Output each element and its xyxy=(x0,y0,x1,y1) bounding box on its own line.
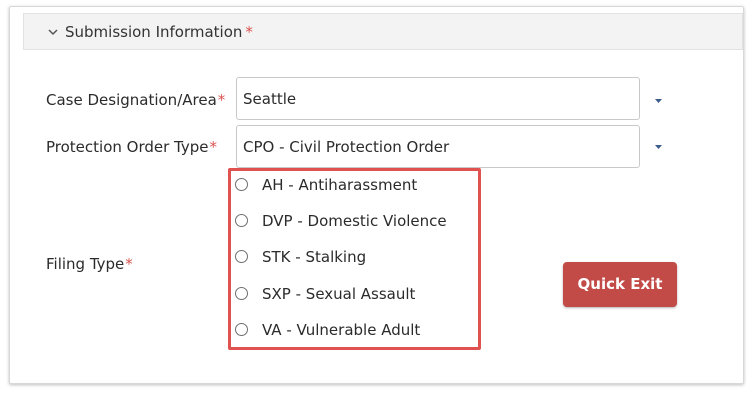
required-asterisk: * xyxy=(217,91,226,109)
section-title-text: Submission Information xyxy=(65,23,243,41)
radio-button[interactable] xyxy=(235,287,248,300)
protection-order-type-value: CPO - Civil Protection Order xyxy=(243,138,450,156)
protection-order-type-label: Protection Order Type* xyxy=(46,137,217,157)
filing-type-label-text: Filing Type xyxy=(46,255,125,273)
required-asterisk: * xyxy=(245,23,253,41)
section-header[interactable]: Submission Information * xyxy=(23,13,743,50)
filing-type-label: Filing Type* xyxy=(46,254,133,274)
protection-order-type-select[interactable]: CPO - Civil Protection Order xyxy=(236,125,640,168)
required-asterisk: * xyxy=(125,255,133,273)
radio-option-label: STK - Stalking xyxy=(262,248,367,266)
case-designation-label: Case Designation/Area* xyxy=(46,90,225,110)
case-designation-label-text: Case Designation/Area xyxy=(46,91,217,109)
section-title: Submission Information * xyxy=(65,22,253,42)
caret-down-icon[interactable] xyxy=(653,141,664,152)
radio-button[interactable] xyxy=(235,250,248,263)
radio-option-label: AH - Antiharassment xyxy=(262,176,418,194)
radio-option-label: VA - Vulnerable Adult xyxy=(262,321,421,339)
radio-option-label: DVP - Domestic Violence xyxy=(262,212,447,230)
required-asterisk: * xyxy=(209,138,218,156)
case-designation-value: Seattle xyxy=(243,90,297,108)
radio-button[interactable] xyxy=(235,178,248,191)
chevron-down-icon[interactable] xyxy=(46,25,60,39)
caret-down-icon[interactable] xyxy=(653,95,664,106)
protection-order-type-label-text: Protection Order Type xyxy=(46,138,209,156)
quick-exit-button[interactable]: Quick Exit xyxy=(563,262,677,307)
radio-button[interactable] xyxy=(235,323,248,336)
case-designation-select[interactable]: Seattle xyxy=(236,77,640,120)
radio-button[interactable] xyxy=(235,214,248,227)
radio-option-label: SXP - Sexual Assault xyxy=(262,285,416,303)
